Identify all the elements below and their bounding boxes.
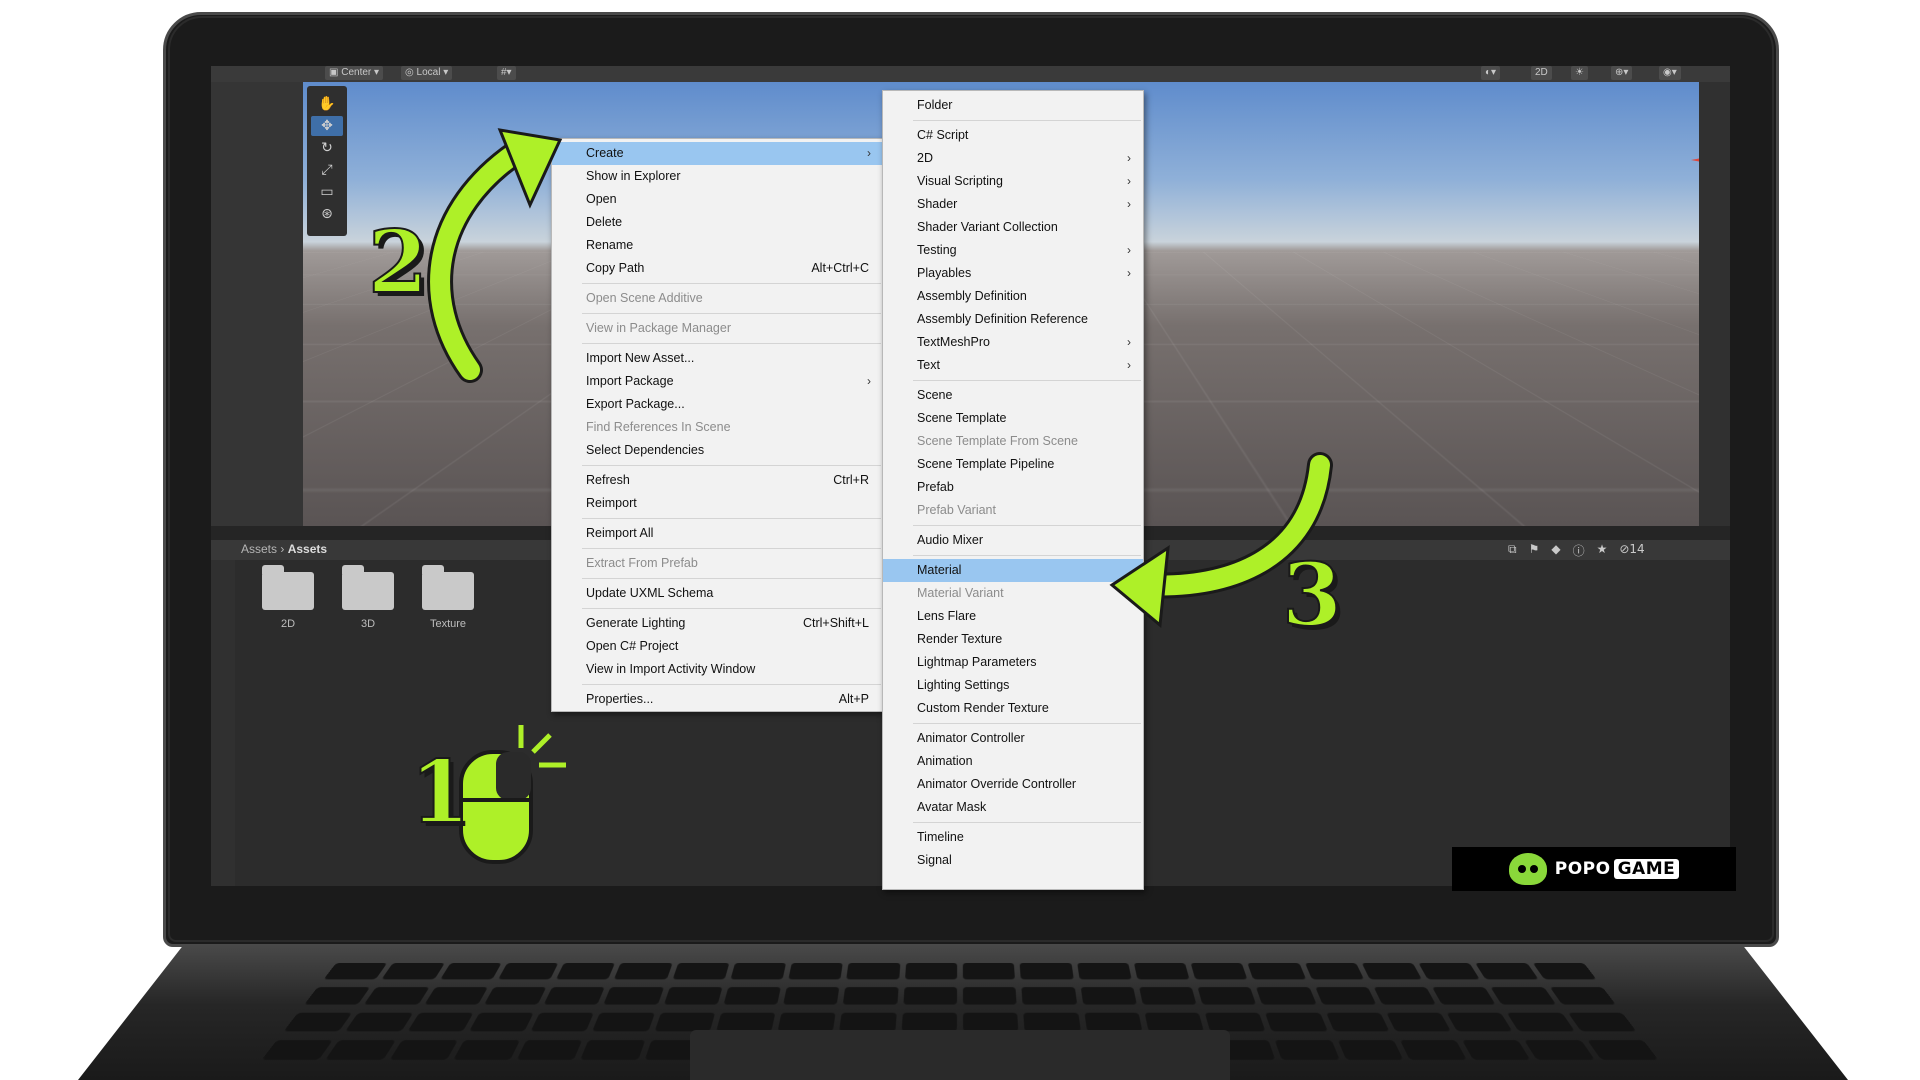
step-2-number: 2 xyxy=(367,211,429,314)
popogame-logo: POPO GAME xyxy=(1452,847,1736,891)
arrow-3-head-icon xyxy=(1109,544,1170,628)
annotation-arrows xyxy=(427,128,1333,864)
step-1-number: 1 xyxy=(409,741,471,844)
mouse-click-icon xyxy=(459,725,566,864)
popogame-mascot-icon xyxy=(1508,853,1547,885)
step-3-number: 3 xyxy=(1281,544,1343,647)
brand-name-part2: GAME xyxy=(1613,859,1680,879)
brand-name-part1: POPO xyxy=(1554,859,1611,879)
brand-name: POPO GAME xyxy=(1554,859,1680,879)
